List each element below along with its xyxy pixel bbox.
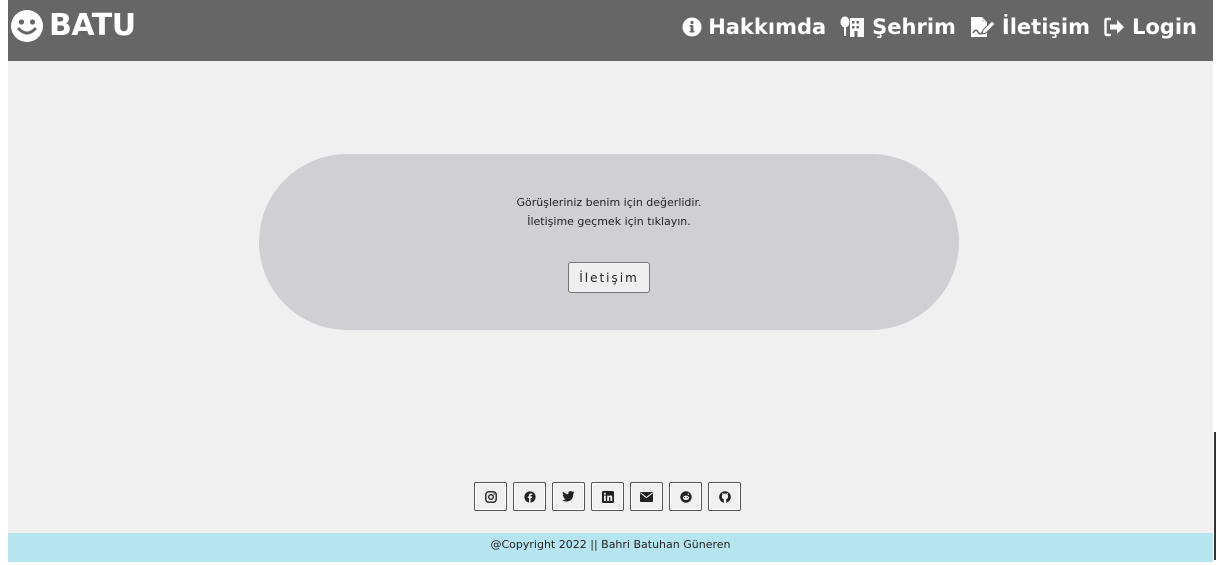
twitter-button[interactable] [552,482,585,511]
reddit-button[interactable] [669,482,702,511]
nav-link-hakkimda[interactable]: Hakkımda [682,15,826,39]
instagram-icon [484,490,497,503]
instagram-button[interactable] [474,482,507,511]
smile-icon [10,9,44,43]
email-button[interactable] [630,482,663,511]
scrollbar-edge[interactable] [1214,432,1216,560]
nav-link-sehrim[interactable]: Şehrim [840,15,956,39]
copyright-text: @Copyright 2022 || Bahri Batuhan Güneren [490,538,731,551]
facebook-icon [523,490,536,503]
facebook-button[interactable] [513,482,546,511]
linkedin-icon [601,490,614,503]
sign-in-icon [1104,17,1132,37]
brand-text: BATU [49,8,136,43]
github-button[interactable] [708,482,741,511]
contact-button[interactable]: İletişim [568,262,650,293]
reddit-icon [679,490,692,503]
nav-link-iletisim[interactable]: İletişim [970,15,1090,39]
nav-link-label: Hakkımda [708,15,827,39]
contact-card: Görüşleriniz benim için değerlidir. İlet… [259,154,959,330]
file-signature-icon [970,16,1002,38]
envelope-icon [640,491,653,502]
nav-links: Hakkımda Şehrim İletişim Login [668,15,1197,39]
info-circle-icon [682,17,708,37]
contact-card-text: Görüşleriniz benim için değerlidir. İlet… [259,193,959,231]
footer: @Copyright 2022 || Bahri Batuhan Güneren [8,533,1213,562]
contact-card-line-2: İletişime geçmek için tıklayın. [527,215,691,228]
brand-link[interactable]: BATU [10,8,136,44]
github-icon [718,490,731,503]
city-icon [840,16,872,38]
nav-link-label: İletişim [1001,15,1090,39]
nav-link-login[interactable]: Login [1104,15,1197,39]
linkedin-button[interactable] [591,482,624,511]
contact-card-line-1: Görüşleriniz benim için değerlidir. [516,196,702,209]
navbar: BATU Hakkımda Şehrim İletişim Login [8,0,1213,61]
page: BATU Hakkımda Şehrim İletişim Login Görü… [8,0,1213,562]
social-links [474,482,747,511]
nav-link-label: Login [1132,15,1197,39]
twitter-icon [562,491,575,502]
nav-link-label: Şehrim [872,15,956,39]
